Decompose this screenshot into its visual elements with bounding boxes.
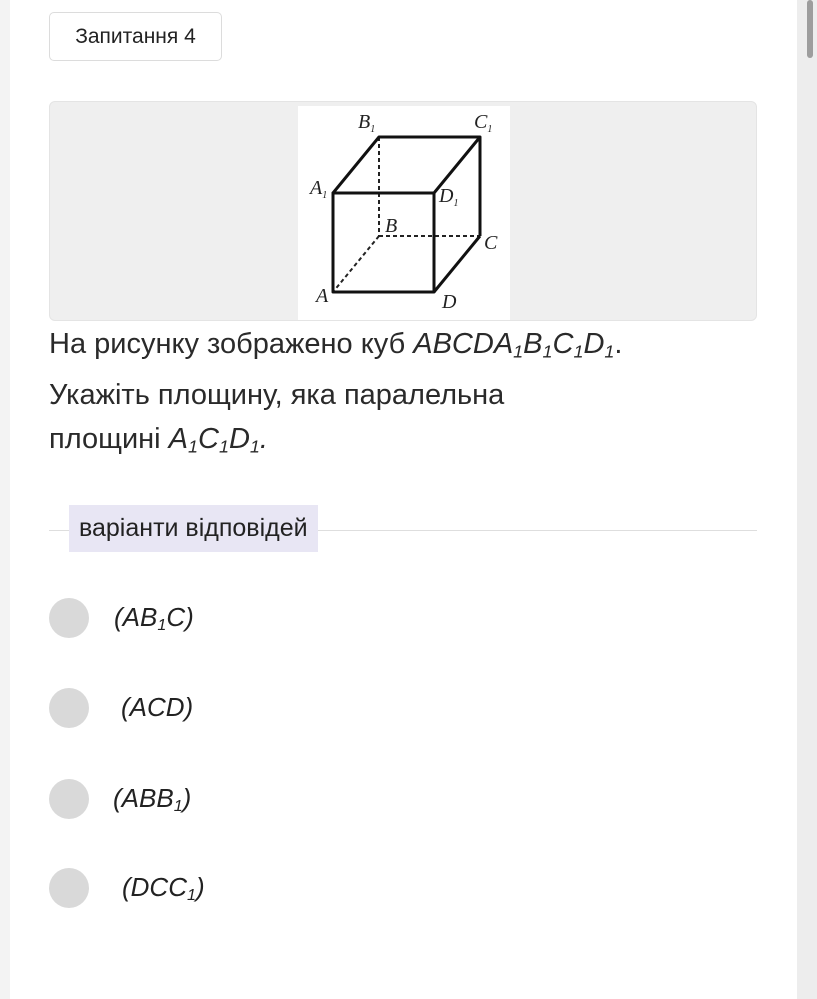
label-c: C — [484, 232, 498, 254]
question-line-3: площині A1C1D1. — [49, 423, 268, 457]
radio-button[interactable] — [49, 779, 89, 819]
label-d: D — [441, 291, 457, 313]
label-a1: A1 — [308, 177, 327, 201]
question-page: Запитання 4 B1 C1 A1 D1 B C A D На рисун… — [10, 0, 797, 999]
edge-cd — [432, 235, 482, 293]
figure-container: B1 C1 A1 D1 B C A D — [49, 101, 757, 321]
radio-button[interactable] — [49, 598, 89, 638]
answers-heading-label: варіанти відповідей — [79, 514, 308, 542]
face-top — [331, 135, 482, 195]
cube-drawing: B1 C1 A1 D1 B C A D — [308, 111, 498, 313]
face-front — [331, 191, 436, 294]
label-b1: B1 — [358, 111, 375, 135]
label-a: A — [314, 285, 329, 307]
label-d1: D1 — [438, 185, 458, 209]
cube-figure: B1 C1 A1 D1 B C A D — [298, 106, 510, 320]
scrollbar[interactable] — [797, 0, 817, 999]
radio-button[interactable] — [49, 868, 89, 908]
question-line-2: Укажіть площину, яка паралельна — [49, 379, 505, 412]
question-line-1: На рисунку зображено куб ABCDA1B1C1D1. — [49, 328, 623, 362]
edge-ab — [332, 235, 380, 293]
label-b: B — [385, 215, 397, 237]
answer-option-label: (DCC1) — [122, 872, 205, 905]
question-number-badge: Запитання 4 — [49, 12, 222, 61]
answer-option-4[interactable]: (DCC1) — [49, 868, 449, 908]
question-number-label: Запитання 4 — [75, 24, 196, 48]
answer-option-2[interactable]: (ACD) — [49, 688, 449, 728]
answer-option-3[interactable]: (ABB1) — [49, 779, 449, 819]
label-c1: C1 — [474, 111, 492, 135]
radio-button[interactable] — [49, 688, 89, 728]
answer-option-label: (ACD) — [121, 692, 194, 722]
answers-heading: варіанти відповідей — [69, 505, 318, 552]
answer-option-label: (AB1C) — [114, 602, 194, 635]
scrollbar-thumb[interactable] — [807, 0, 813, 58]
answer-option-1[interactable]: (AB1C) — [49, 598, 449, 638]
question-text: На рисунку зображено куб ABCDA1B1C1D1. У… — [49, 322, 749, 469]
answer-option-label: (ABB1) — [113, 783, 192, 816]
